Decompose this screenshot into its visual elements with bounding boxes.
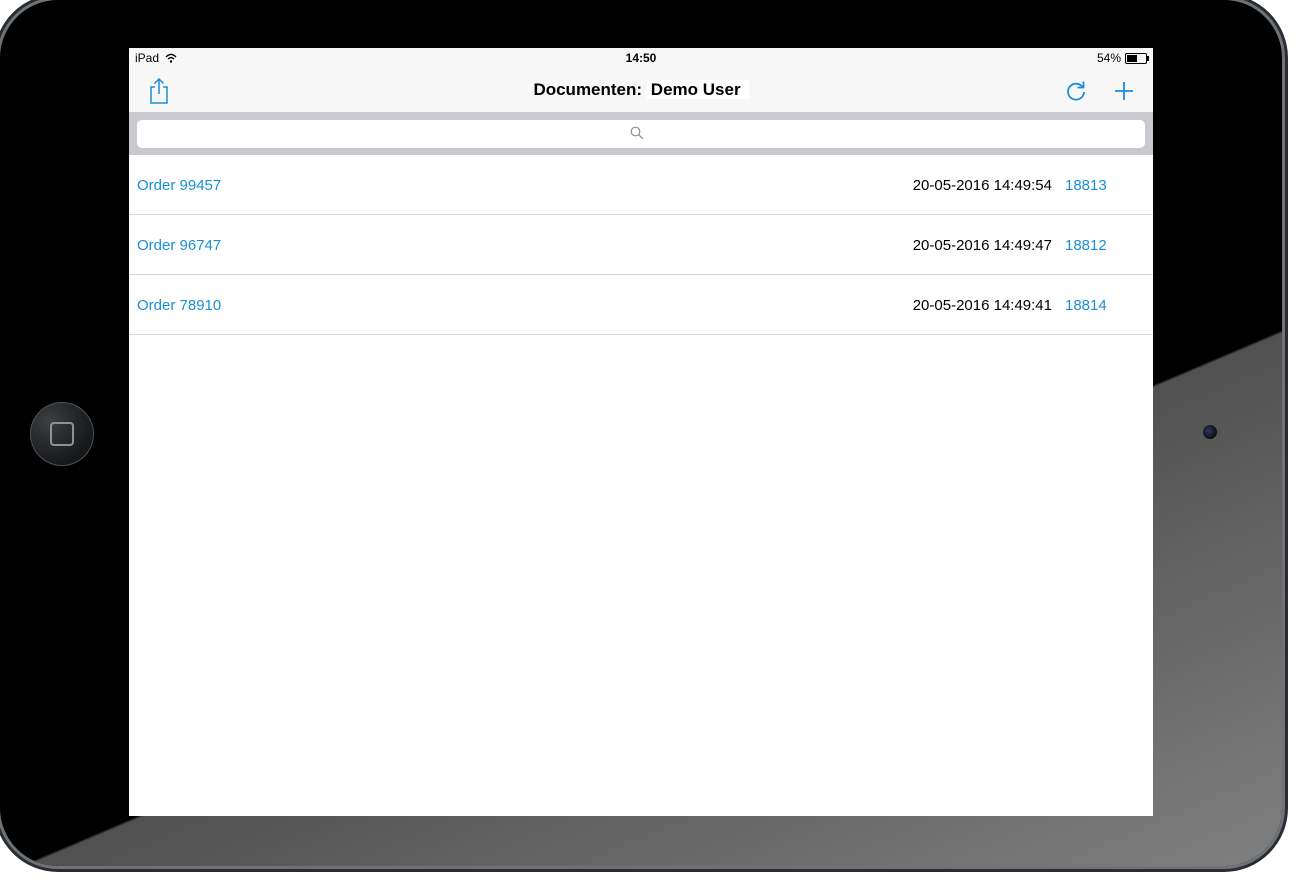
search-input[interactable]	[137, 120, 1145, 148]
document-name[interactable]: Order 78910	[137, 297, 221, 314]
ipad-frame: iPad 14:50 54% Documenten: Demo User Ord…	[0, 0, 1282, 866]
home-button[interactable]	[30, 402, 94, 466]
battery-fill	[1127, 54, 1137, 62]
screen: iPad 14:50 54% Documenten: Demo User Ord…	[129, 48, 1153, 816]
home-square-icon	[50, 422, 74, 446]
battery-tip	[1147, 55, 1149, 61]
search-bar	[129, 112, 1153, 155]
status-right: 54%	[1096, 51, 1149, 65]
document-id[interactable]: 18814	[1065, 297, 1107, 314]
refresh-button[interactable]	[1062, 77, 1090, 105]
status-bar: iPad 14:50 54%	[129, 48, 1153, 68]
document-date: 20-05-2016 14:49:41	[912, 297, 1052, 314]
plus-icon	[1115, 82, 1133, 100]
document-date: 20-05-2016 14:49:54	[912, 177, 1052, 194]
battery-percent: 54%	[1096, 51, 1121, 65]
document-name[interactable]: Order 96747	[137, 237, 221, 254]
document-row[interactable]: Order 78910 20-05-2016 14:49:41 18814	[129, 275, 1153, 335]
document-name[interactable]: Order 99457	[137, 177, 221, 194]
title-user: Demo User	[646, 80, 749, 99]
add-button[interactable]	[1110, 77, 1138, 105]
camera-icon	[1203, 425, 1217, 439]
document-date: 20-05-2016 14:49:47	[912, 237, 1052, 254]
battery-icon	[1125, 52, 1149, 64]
navigation-bar: Documenten: Demo User	[129, 68, 1153, 112]
status-time: 14:50	[625, 51, 657, 65]
document-id[interactable]: 18812	[1065, 237, 1107, 254]
document-row[interactable]: Order 99457 20-05-2016 14:49:54 18813	[129, 155, 1153, 215]
document-row[interactable]: Order 96747 20-05-2016 14:49:47 18812	[129, 215, 1153, 275]
document-list: Order 99457 20-05-2016 14:49:54 18813 Or…	[129, 155, 1153, 335]
title-prefix: Documenten:	[533, 80, 643, 99]
document-id[interactable]: 18813	[1065, 177, 1107, 194]
refresh-icon	[1067, 81, 1085, 101]
page-title: Documenten: Demo User	[129, 80, 1153, 100]
